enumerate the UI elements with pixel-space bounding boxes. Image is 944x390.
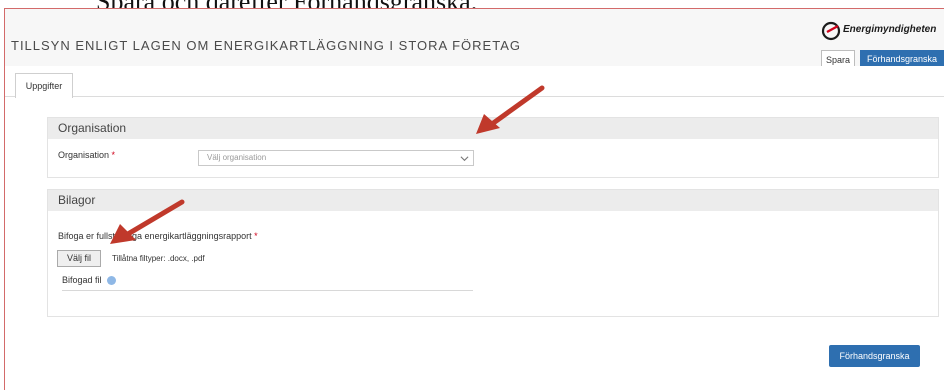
annotation-arrow-bilagor [110, 199, 185, 244]
organisation-label-text: Organisation [58, 150, 110, 160]
annotation-arrow-organisation [476, 85, 545, 134]
info-icon[interactable] [107, 276, 117, 286]
required-marker: * [111, 150, 116, 160]
organisation-select[interactable]: Välj organisation [198, 150, 474, 166]
choose-file-button[interactable]: Välj fil [57, 250, 101, 267]
logo-icon [821, 21, 841, 41]
page-header: TILLSYN ENLIGT LAGEN OM ENERGIKARTLÄGGNI… [5, 9, 944, 69]
attached-file-field: Bifogad fil [62, 275, 473, 291]
allowed-file-types: Tillåtna filtyper: .docx, .pdf [112, 254, 205, 263]
chevron-down-icon [460, 156, 469, 162]
required-marker: * [254, 231, 258, 241]
organisation-field-label: Organisation * [58, 150, 115, 160]
energimyndigheten-logo: Energimyndigheten [821, 21, 941, 41]
attached-file-label: Bifogad fil [62, 275, 102, 285]
logo-text: Energimyndigheten [843, 24, 937, 35]
tab-uppgifter[interactable]: Uppgifter [15, 73, 73, 98]
page-title: TILLSYN ENLIGT LAGEN OM ENERGIKARTLÄGGNI… [11, 38, 521, 53]
organisation-select-placeholder: Välj organisation [207, 153, 267, 162]
preview-button-bottom[interactable]: Förhandsgranska [829, 345, 920, 367]
